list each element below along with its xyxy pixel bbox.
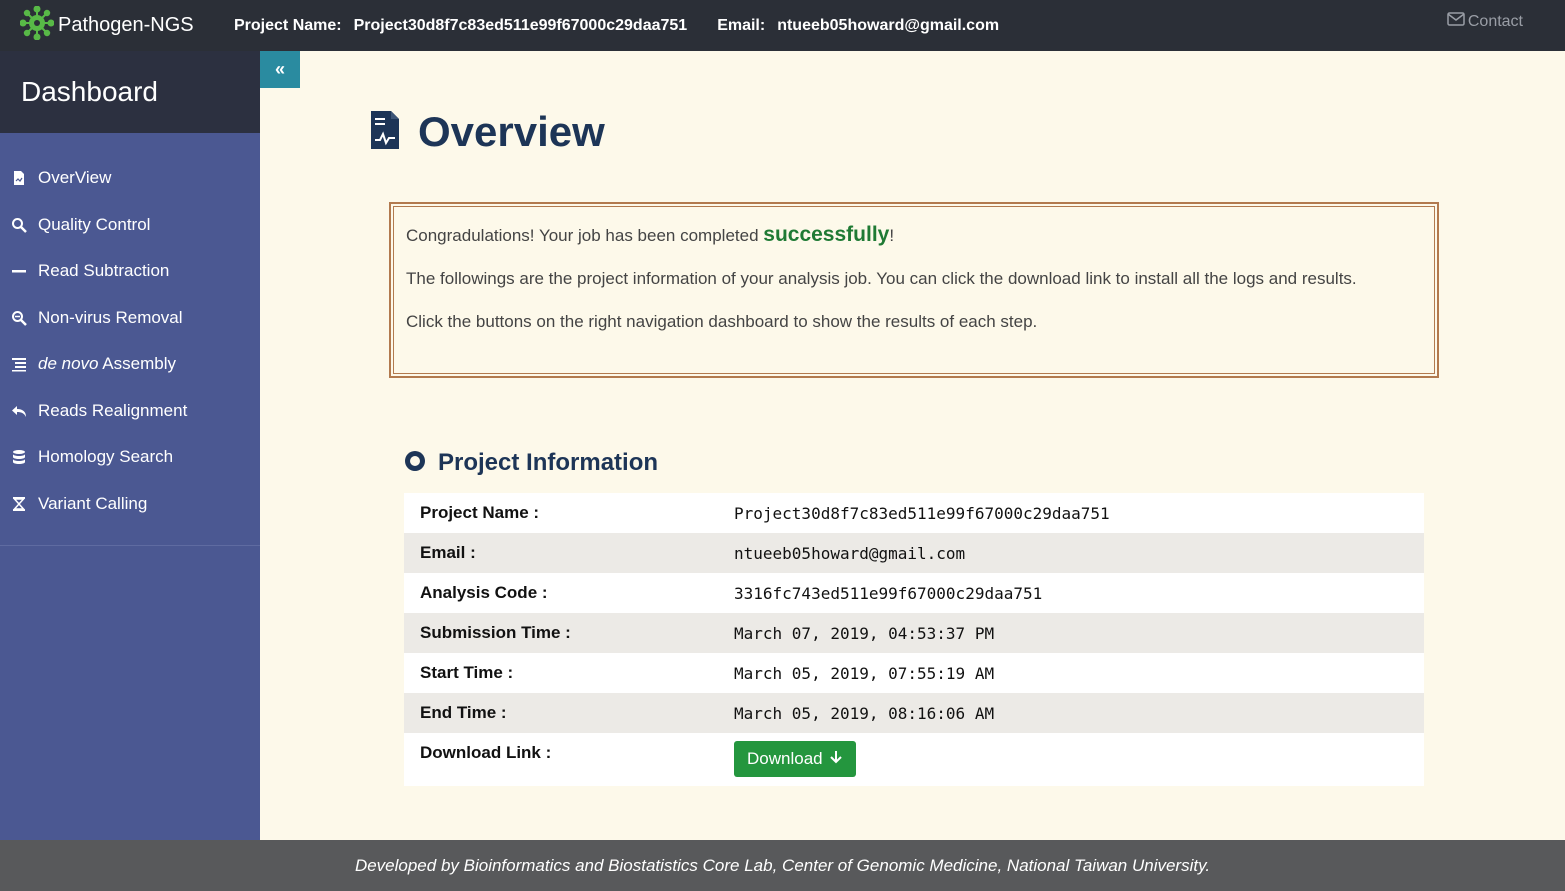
sidebar-item-label-rest: Assembly — [98, 354, 176, 374]
table-row: Project Name : Project30d8f7c83ed511e99f6… — [404, 493, 1424, 533]
sidebar-item-label: de novo Assembly — [38, 354, 176, 374]
email-label: Email: — [717, 16, 766, 34]
footer: Developed by Bioinformatics and Biostati… — [0, 840, 1565, 891]
row-value: Project30d8f7c83ed511e99f67000c29daa751 — [734, 503, 1110, 523]
sidebar-item-label: Quality Control — [38, 214, 151, 234]
row-value: March 05, 2019, 07:55:19 AM — [734, 663, 995, 683]
contact-label: Contact — [1467, 12, 1523, 30]
project-name-label: Project Name: — [234, 16, 342, 34]
table-row: Analysis Code : 3316fc743ed511e99f67000c2… — [404, 573, 1424, 613]
table-row: Start Time : March 05, 2019, 07:55:19 AM — [404, 653, 1424, 693]
sidebar-item-quality-control[interactable]: Quality Control — [0, 202, 260, 249]
sidebar-divider — [0, 545, 260, 546]
sidebar-nav: OverView Quality Control Read Subtractio… — [0, 133, 260, 527]
project-info-heading-text: Project Information — [438, 449, 659, 476]
success-highlight: successfully — [763, 223, 890, 246]
minus-icon — [10, 262, 28, 280]
email-value: ntueeb05howard@gmail.com — [777, 16, 1000, 34]
completion-notice: Congradulations! Your job has been compl… — [389, 202, 1439, 378]
sidebar-item-overview[interactable]: OverView — [0, 155, 260, 202]
brand[interactable]: Pathogen-NGS — [19, 5, 234, 45]
sidebar-title: Dashboard — [21, 76, 158, 107]
row-value: Download — [718, 733, 1424, 786]
row-value: March 05, 2019, 08:16:06 AM — [734, 703, 995, 723]
file-chart-icon — [370, 110, 418, 155]
file-icon — [10, 169, 28, 187]
sidebar-item-label: Variant Calling — [38, 493, 148, 513]
page-title: Overview — [370, 108, 605, 156]
notice-line-1: Congradulations! Your job has been compl… — [406, 221, 1422, 250]
footer-text: Developed by Bioinformatics and Biostati… — [354, 855, 1211, 875]
row-key: End Time : — [420, 703, 507, 722]
table-row: Submission Time : March 07, 2019, 04:53:3… — [404, 613, 1424, 653]
search-minus-icon — [10, 309, 28, 327]
table-row: Email : ntueeb05howard@gmail.com — [404, 533, 1424, 573]
sidebar-item-label: Read Subtraction — [38, 261, 170, 281]
top-project-name: Project Name: Project30d8f7c83ed511e99f67… — [234, 17, 687, 35]
contact-link[interactable]: Contact — [1447, 12, 1523, 31]
list-icon — [10, 355, 28, 373]
notice-line-1-text: Congradulations! Your job has been compl… — [406, 226, 764, 245]
row-key: Start Time : — [420, 663, 514, 682]
sidebar-item-read-subtraction[interactable]: Read Subtraction — [0, 248, 260, 295]
notice-line-3: Click the buttons on the right navigatio… — [406, 312, 1038, 331]
sidebar-item-reads-realignment[interactable]: Reads Realignment — [0, 388, 260, 435]
sidebar-item-homology-search[interactable]: Homology Search — [0, 434, 260, 481]
row-key: Project Name : — [420, 503, 540, 522]
search-icon — [10, 216, 28, 234]
row-key: Submission Time : — [420, 623, 571, 642]
top-email: Email: ntueeb05howard@gmail.com — [717, 17, 999, 35]
hourglass-icon — [10, 495, 28, 513]
row-key: Email : — [420, 543, 476, 562]
row-value: March 07, 2019, 04:53:37 PM — [734, 623, 995, 643]
envelope-icon — [1447, 12, 1468, 31]
project-name-value: Project30d8f7c83ed511e99f67000c29daa751 — [353, 16, 688, 34]
sidebar: Dashboard OverView Quality Control Read … — [0, 51, 260, 840]
row-value: ntueeb05howard@gmail.com — [734, 543, 966, 563]
sidebar-item-label: Reads Realignment — [38, 400, 188, 420]
page-title-text: Overview — [418, 108, 605, 155]
row-value: 3316fc743ed511e99f67000c29daa751 — [734, 583, 1043, 603]
sidebar-item-non-virus-removal[interactable]: Non-virus Removal — [0, 295, 260, 342]
reply-icon — [10, 402, 28, 420]
download-button[interactable]: Download — [734, 741, 856, 777]
project-info-heading: Project Information — [404, 449, 658, 477]
sidebar-item-label: OverView — [38, 168, 112, 188]
brand-name: Pathogen-NGS — [58, 14, 194, 36]
sidebar-item-variant-calling[interactable]: Variant Calling — [0, 481, 260, 528]
sidebar-item-label: Homology Search — [38, 447, 174, 467]
notice-line-2: The followings are the project informati… — [406, 269, 1357, 288]
database-icon — [10, 448, 28, 466]
table-row: End Time : March 05, 2019, 08:16:06 AM — [404, 693, 1424, 733]
sidebar-collapse-button[interactable]: « — [260, 51, 300, 88]
top-navbar: Pathogen-NGS Project Name: Project30d8f7c… — [0, 0, 1565, 51]
sidebar-item-label: Non-virus Removal — [38, 307, 183, 327]
notice-line-1-end: ! — [889, 226, 895, 245]
arrow-down-icon — [823, 749, 843, 769]
dot-circle-icon — [404, 450, 438, 477]
project-info-table: Project Name : Project30d8f7c83ed511e99f6… — [404, 493, 1424, 786]
completion-notice-body: Congradulations! Your job has been compl… — [393, 206, 1435, 374]
virus-logo-icon — [19, 5, 55, 45]
sidebar-header: Dashboard — [0, 51, 260, 133]
row-key: Download Link : — [420, 743, 552, 762]
table-row-download: Download Link : Download — [404, 733, 1424, 786]
sidebar-item-de-novo-assembly[interactable]: de novo Assembly — [0, 341, 260, 388]
download-button-label: Download — [747, 749, 823, 768]
sidebar-item-label-italic: de novo — [38, 354, 99, 374]
row-key: Analysis Code : — [420, 583, 548, 602]
